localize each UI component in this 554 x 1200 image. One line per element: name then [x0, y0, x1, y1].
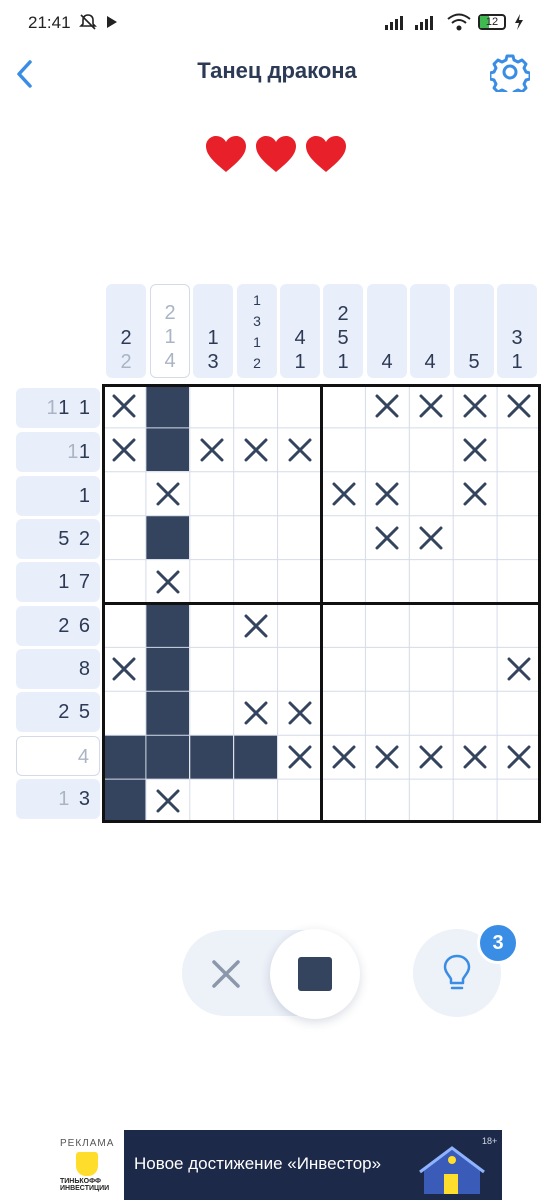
row-clue: 2 6: [16, 606, 100, 646]
column-clue-number: 1: [511, 351, 523, 373]
column-clue: 22: [106, 284, 146, 378]
back-button[interactable]: [8, 54, 44, 94]
column-clue: 214: [150, 284, 190, 378]
column-clue-number: 2: [120, 327, 132, 349]
fill-square-icon: [298, 957, 332, 991]
row-clue-number: 1 1: [58, 397, 92, 419]
ad-label: РЕКЛАМА: [60, 1138, 115, 1149]
column-clue-number: 5: [468, 351, 480, 373]
column-clue-number: 4: [381, 351, 393, 373]
column-clue: 251: [323, 284, 363, 378]
row-clue: 2 5: [16, 692, 100, 732]
chevron-left-icon: [17, 60, 32, 88]
hint-count-badge: 3: [477, 922, 519, 964]
column-clue-number: 1: [253, 334, 261, 350]
row-clue: 1: [16, 476, 100, 516]
column-clue: 31: [497, 284, 537, 378]
column-clue: 5: [454, 284, 494, 378]
signal-icon: [385, 16, 403, 30]
row-clue-number: 1 7: [58, 571, 92, 593]
row-clue-number: 1: [78, 485, 92, 507]
column-clue-number: 2: [120, 351, 132, 373]
row-clue-number: 8: [78, 658, 92, 680]
ad-brand-logo: РЕКЛАМА ТИНЬКОФФ ИНВЕСТИЦИИ: [52, 1130, 124, 1200]
row-clue: 1 7: [16, 562, 100, 602]
row-clue-number: 5 2: [58, 528, 92, 550]
column-clue-number: 4: [164, 350, 176, 372]
puzzle-title: Танец дракона: [197, 58, 357, 83]
nonogram-grid[interactable]: [102, 384, 541, 823]
mute-notifications-icon: [79, 14, 97, 30]
tinkoff-shield-icon: [76, 1152, 98, 1176]
row-clue-number: 2 5: [58, 701, 92, 723]
row-clue-solved-number: 1: [67, 441, 79, 463]
row-clue-number: 1: [78, 441, 92, 463]
ad-banner[interactable]: РЕКЛАМА ТИНЬКОФФ ИНВЕСТИЦИИ Новое достиж…: [52, 1130, 502, 1200]
heart-icon: [256, 136, 296, 172]
battery-icon: 12: [478, 14, 506, 30]
cross-icon: [212, 960, 240, 988]
row-clue: 5 2: [16, 519, 100, 559]
row-clue-number: 3: [71, 788, 92, 810]
row-clue: 8: [16, 649, 100, 689]
row-clue-solved-number: 4: [77, 746, 91, 768]
signal-2-icon: [415, 16, 433, 30]
column-clue-number: 4: [424, 351, 436, 373]
column-clue-number: 1: [294, 351, 306, 373]
cross-mode-button[interactable]: [200, 948, 252, 1000]
column-clue: 13: [193, 284, 233, 378]
column-clue: 4: [410, 284, 450, 378]
column-clue: 4: [367, 284, 407, 378]
row-clue-solved-number: 1: [46, 397, 59, 419]
column-clue-number: 4: [294, 327, 306, 349]
gear-icon: [488, 54, 532, 98]
row-clue: 11 1: [16, 388, 100, 428]
clock: 21:41: [28, 13, 71, 32]
column-clue-number: 1: [253, 292, 261, 308]
column-clue-number: 1: [164, 326, 176, 348]
ad-brand-name: ТИНЬКОФФ ИНВЕСТИЦИИ: [60, 1178, 110, 1192]
column-clue-number: 2: [253, 355, 261, 371]
column-clue-number: 2: [337, 303, 349, 325]
column-clue-number: 3: [253, 313, 261, 329]
ad-headline: Новое достижение «Инвестор»: [134, 1154, 382, 1173]
grid-lines: [102, 384, 541, 823]
charging-icon: [515, 14, 523, 30]
column-clue-number: 1: [337, 351, 349, 373]
fill-mode-button[interactable]: [270, 929, 360, 1019]
lightbulb-icon: [443, 954, 471, 990]
column-clue-number: 1: [207, 327, 219, 349]
house-illustration-icon: [419, 1146, 485, 1194]
play-icon: [107, 16, 117, 28]
heart-icon: [306, 136, 346, 172]
status-bar: 21:41 12: [0, 0, 554, 48]
column-clue: 1 3 1 2: [237, 284, 277, 378]
row-clue: 1 3: [16, 779, 100, 819]
column-clue-number: 2: [164, 302, 176, 324]
row-clue-solved-number: 1: [58, 788, 72, 810]
settings-button[interactable]: [488, 52, 532, 98]
wifi-icon: [447, 13, 471, 31]
lives-indicator: [204, 134, 354, 178]
column-clue-number: 3: [207, 351, 219, 373]
row-clue: 4: [16, 736, 100, 776]
heart-icon: [206, 136, 246, 172]
column-clue-number: 3: [511, 327, 523, 349]
column-clue-number: 5: [337, 327, 349, 349]
row-clue-number: 2 6: [58, 615, 92, 637]
column-clue: 41: [280, 284, 320, 378]
row-clue: 11: [16, 432, 100, 472]
